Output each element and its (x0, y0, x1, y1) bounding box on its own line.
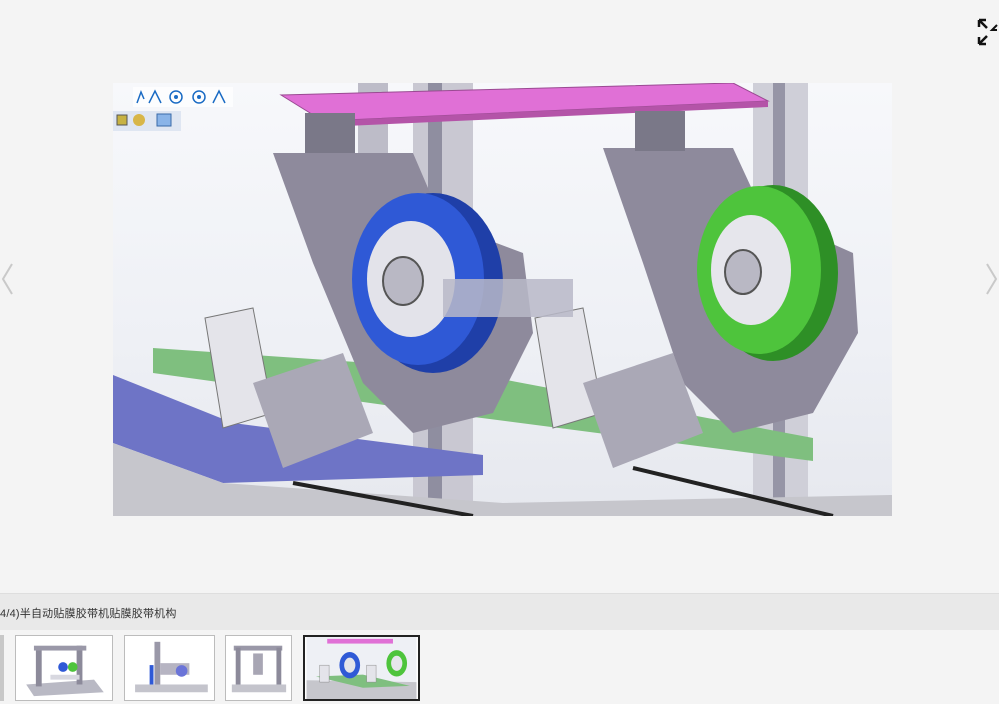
previous-arrow-icon[interactable] (0, 262, 14, 296)
thumbnail-scroll-left-icon[interactable] (0, 635, 4, 701)
fullscreen-icon[interactable] (975, 16, 999, 48)
image-viewer (0, 0, 999, 593)
thumbnail-item-active[interactable] (303, 635, 420, 701)
thumbnail-item[interactable] (15, 635, 113, 701)
caption-bar: 4/4)半自动贴膜胶带机贴膜胶带机构 (0, 593, 999, 630)
thumbnail-strip (0, 630, 999, 704)
next-arrow-icon[interactable] (985, 262, 999, 296)
cad-render-image (113, 83, 892, 516)
thumbnail-item[interactable] (225, 635, 292, 701)
image-caption: 4/4)半自动贴膜胶带机贴膜胶带机构 (0, 608, 177, 620)
thumbnail-item[interactable] (124, 635, 215, 701)
